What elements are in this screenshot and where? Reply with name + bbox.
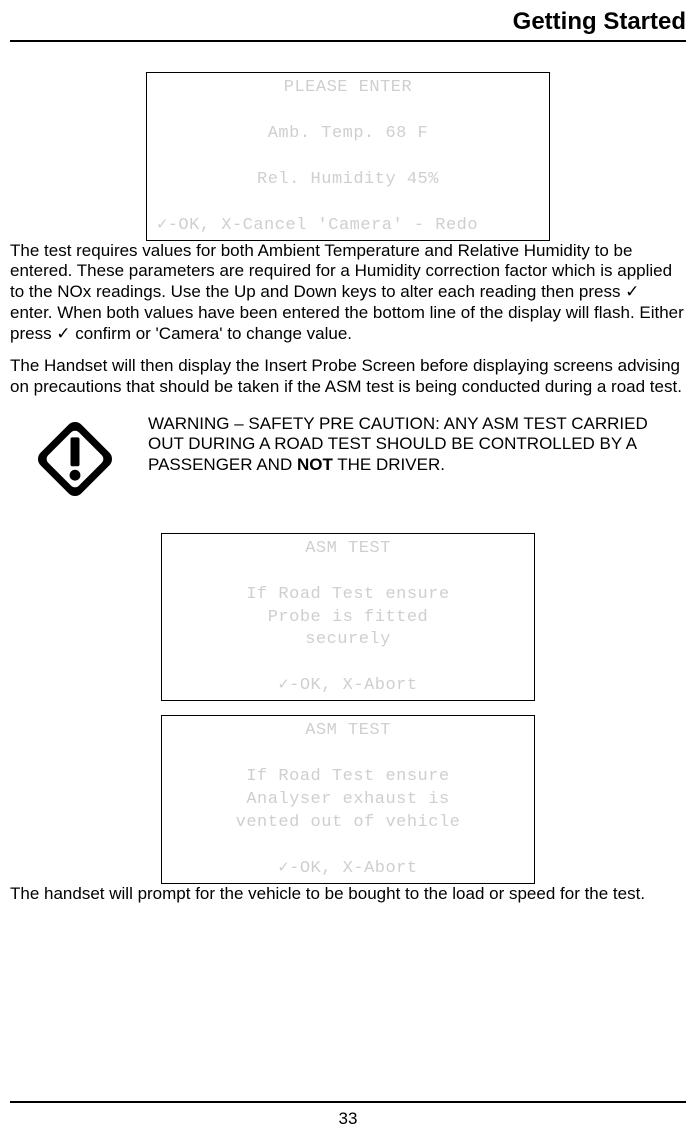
lcd-footer: ✓-OK, X-Abort bbox=[168, 858, 528, 881]
divider-top bbox=[10, 40, 686, 42]
lcd-line bbox=[168, 561, 528, 584]
divider-bottom bbox=[10, 1101, 686, 1103]
paragraph-instructions: The test requires values for both Ambien… bbox=[10, 241, 686, 345]
lcd-screen-probe: ASM TEST If Road Test ensure Probe is fi… bbox=[161, 533, 535, 702]
lcd-screen-exhaust: ASM TEST If Road Test ensure Analyser ex… bbox=[161, 715, 535, 884]
lcd-line bbox=[153, 146, 543, 169]
warning-post: THE DRIVER. bbox=[333, 455, 445, 474]
warning-text: WARNING – SAFETY PRE CAUTION: ANY ASM TE… bbox=[148, 414, 686, 476]
lcd-footer: ✓-OK, X-Cancel 'Camera' - Redo bbox=[153, 215, 543, 238]
lcd-footer: ✓-OK, X-Abort bbox=[168, 675, 528, 698]
lcd-line: ASM TEST bbox=[168, 720, 528, 743]
lcd-line: PLEASE ENTER bbox=[153, 77, 543, 100]
paragraph-prompt: The handset will prompt for the vehicle … bbox=[10, 884, 686, 905]
lcd-line: If Road Test ensure bbox=[168, 584, 528, 607]
lcd-line: vented out of vehicle bbox=[168, 812, 528, 835]
section-title: Getting Started bbox=[10, 8, 686, 36]
lcd-line bbox=[153, 100, 543, 123]
spacer bbox=[10, 701, 686, 715]
page-number: 33 bbox=[10, 1109, 686, 1129]
lcd-line: Rel. Humidity 45% bbox=[153, 169, 543, 192]
page-footer: 33 bbox=[10, 1101, 686, 1129]
lcd-line: Amb. Temp. 68 F bbox=[153, 123, 543, 146]
lcd-screen-enter-values: PLEASE ENTER Amb. Temp. 68 F Rel. Humidi… bbox=[146, 72, 550, 241]
page: Getting Started PLEASE ENTER Amb. Temp. … bbox=[0, 0, 696, 1139]
lcd-line bbox=[153, 192, 543, 215]
lcd-line bbox=[168, 835, 528, 858]
lcd-line: If Road Test ensure bbox=[168, 766, 528, 789]
lcd-line: securely bbox=[168, 629, 528, 652]
lcd-line: ASM TEST bbox=[168, 538, 528, 561]
lcd-line: Analyser exhaust is bbox=[168, 789, 528, 812]
warning-not: NOT bbox=[297, 455, 333, 474]
lcd-line bbox=[168, 652, 528, 675]
warning-block: WARNING – SAFETY PRE CAUTION: ANY ASM TE… bbox=[10, 414, 686, 509]
warning-icon bbox=[30, 414, 120, 509]
paragraph-handset: The Handset will then display the Insert… bbox=[10, 356, 686, 397]
lcd-line: Probe is fitted bbox=[168, 607, 528, 630]
lcd-line bbox=[168, 743, 528, 766]
